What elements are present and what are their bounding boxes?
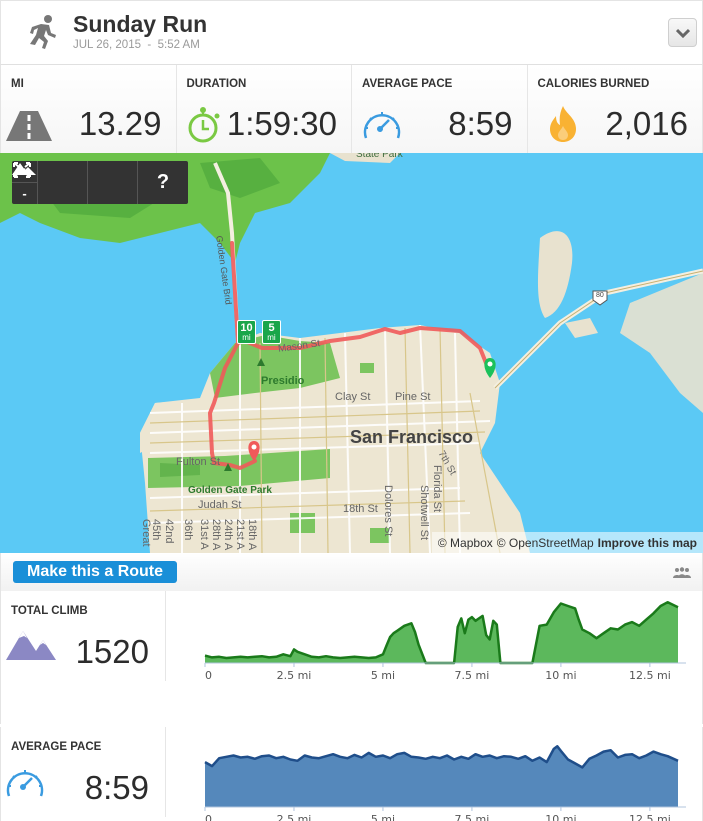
map-label-avenue: 36th — [182, 519, 194, 541]
osm-credit-link[interactable]: © OpenStreetMap — [497, 536, 594, 550]
mile-marker-value: 5 — [268, 322, 275, 334]
stat-label: AVERAGE PACE — [362, 78, 453, 90]
map-label-state-park: State Park — [356, 153, 403, 160]
map-label-pine-st: Pine St — [395, 391, 431, 403]
map-controls: + - ? — [12, 161, 188, 204]
map-label-avenue: 21st A — [234, 519, 246, 550]
x-tick-label: 5 mi — [371, 669, 395, 682]
map-label-18th-st: 18th St — [343, 503, 378, 515]
map-attribution: © Mapbox © OpenStreetMap Improve this ma… — [431, 532, 703, 553]
map-label-dolores-st: Dolores St — [382, 485, 394, 537]
map-label-clay-st: Clay St — [335, 391, 371, 403]
flame-icon — [549, 106, 576, 142]
pace-label: AVERAGE PACE — [11, 741, 102, 753]
climb-summary: TOTAL CLIMB 1520 — [1, 591, 166, 681]
stat-label: DURATION — [186, 78, 247, 90]
map-label-fulton-st: Fulton St — [176, 456, 221, 468]
x-tick-label: 5 mi — [371, 813, 395, 821]
x-tick-label: 0 — [205, 669, 212, 682]
stat-value: 13.29 — [78, 105, 162, 142]
map-label-florida-st: Florida St — [431, 465, 443, 513]
map-label-avenue: 31st A — [198, 519, 210, 550]
people-icon[interactable] — [672, 567, 692, 579]
zoom-out-button[interactable]: - — [12, 183, 37, 204]
x-tick-label: 2.5 mi — [277, 669, 312, 682]
stat-distance: MI 13.29 — [1, 65, 177, 153]
mile-marker-unit: mi — [267, 333, 276, 342]
map-label-avenue: 42nd — [163, 519, 175, 544]
datetime-separator: - — [147, 39, 152, 51]
terrain-button[interactable] — [12, 161, 138, 204]
mapbox-credit-link[interactable]: © Mapbox — [438, 536, 493, 550]
pace-chart[interactable]: 0 2.5 mi 5 mi 7.5 mi 10 mi 12.5 mi — [181, 727, 691, 821]
pace-summary: AVERAGE PACE 8:59 — [1, 727, 166, 817]
fullscreen-button[interactable] — [13, 161, 88, 204]
x-tick-label: 0 — [205, 813, 212, 821]
x-tick-label: 2.5 mi — [277, 813, 312, 821]
route-map[interactable]: State Park Golden Gate Brid Mason St Pre… — [0, 153, 703, 553]
map-label-golden-gate-park: Golden Gate Park — [188, 485, 272, 496]
chart-area — [205, 746, 678, 807]
activity-time: 5:52 AM — [157, 39, 200, 51]
x-tick-label: 7.5 mi — [455, 813, 490, 821]
speedometer-icon — [6, 770, 44, 797]
pace-value: 8:59 — [84, 769, 149, 806]
stat-value: 1:59:30 — [226, 105, 337, 142]
stat-label: MI — [11, 78, 24, 90]
stat-average-pace: AVERAGE PACE 8:59 — [352, 65, 528, 153]
map-label-presidio: Presidio — [261, 375, 305, 387]
map-label-avenue: 45th — [150, 519, 162, 541]
climb-section: TOTAL CLIMB 1520 0 2.5 mi 5 mi 7.5 mi 10 mi 1… — [0, 591, 703, 724]
activity-menu-button[interactable] — [668, 18, 697, 47]
mountain-icon — [12, 163, 36, 175]
activity-date: JUL 26, 2015 — [73, 39, 141, 51]
chart-area — [205, 602, 678, 663]
map-label-shotwell-st: Shotwell St — [418, 485, 430, 541]
map-tiles[interactable] — [0, 153, 703, 553]
pace-section: AVERAGE PACE 8:59 0 2.5 mi 5 mi 7.5 mi 10 mi… — [0, 727, 703, 821]
make-route-button[interactable]: Make this a Route — [13, 561, 178, 583]
map-label-city: San Francisco — [350, 427, 474, 447]
map-label-avenue: 18th A — [246, 519, 258, 551]
x-tick-label: 12.5 mi — [629, 813, 671, 821]
mountains-icon — [6, 631, 56, 660]
stat-label: CALORIES BURNED — [537, 78, 650, 90]
improve-map-link[interactable]: Improve this map — [598, 536, 697, 550]
x-tick-label: 12.5 mi — [629, 669, 671, 682]
mile-marker-5[interactable]: 5 mi — [262, 320, 281, 344]
stat-calories: CALORIES BURNED 2,016 — [528, 65, 703, 153]
map-label-highway: 80 — [596, 292, 604, 299]
map-label-avenue: 28th A — [210, 519, 222, 551]
mile-marker-value: 10 — [240, 322, 253, 334]
stat-value: 2,016 — [605, 105, 688, 142]
x-tick-label: 10 mi — [545, 669, 576, 682]
x-tick-label: 10 mi — [545, 813, 576, 821]
climb-label: TOTAL CLIMB — [11, 605, 88, 617]
map-label-judah-st: Judah St — [198, 499, 242, 511]
climb-value: 1520 — [75, 633, 149, 670]
speedometer-icon — [363, 112, 401, 139]
stopwatch-icon — [188, 107, 219, 143]
help-button[interactable]: ? — [138, 161, 188, 204]
route-bar: Make this a Route — [0, 553, 703, 591]
road-icon — [6, 111, 52, 141]
climb-chart[interactable]: 0 2.5 mi 5 mi 7.5 mi 10 mi 12.5 mi — [181, 591, 691, 691]
activity-title: Sunday Run — [73, 11, 208, 37]
stat-value: 8:59 — [448, 105, 513, 142]
mile-marker-unit: mi — [242, 333, 251, 342]
activity-page: Sunday Run JUL 26, 2015 - 5:52 AM MI 13.… — [0, 0, 703, 821]
stat-duration: DURATION 1:59:30 — [177, 65, 352, 153]
map-label-avenue: 24th A — [222, 519, 234, 551]
runner-icon — [30, 15, 56, 49]
mile-marker-10[interactable]: 10 mi — [237, 320, 256, 344]
activity-header: Sunday Run JUL 26, 2015 - 5:52 AM — [0, 0, 703, 65]
activity-datetime: JUL 26, 2015 - 5:52 AM — [73, 39, 200, 51]
x-tick-label: 7.5 mi — [455, 669, 490, 682]
stats-row: MI 13.29 DURATION 1:59:30 AVERAGE PACE 8… — [0, 65, 703, 153]
chevron-down-icon — [675, 28, 690, 38]
